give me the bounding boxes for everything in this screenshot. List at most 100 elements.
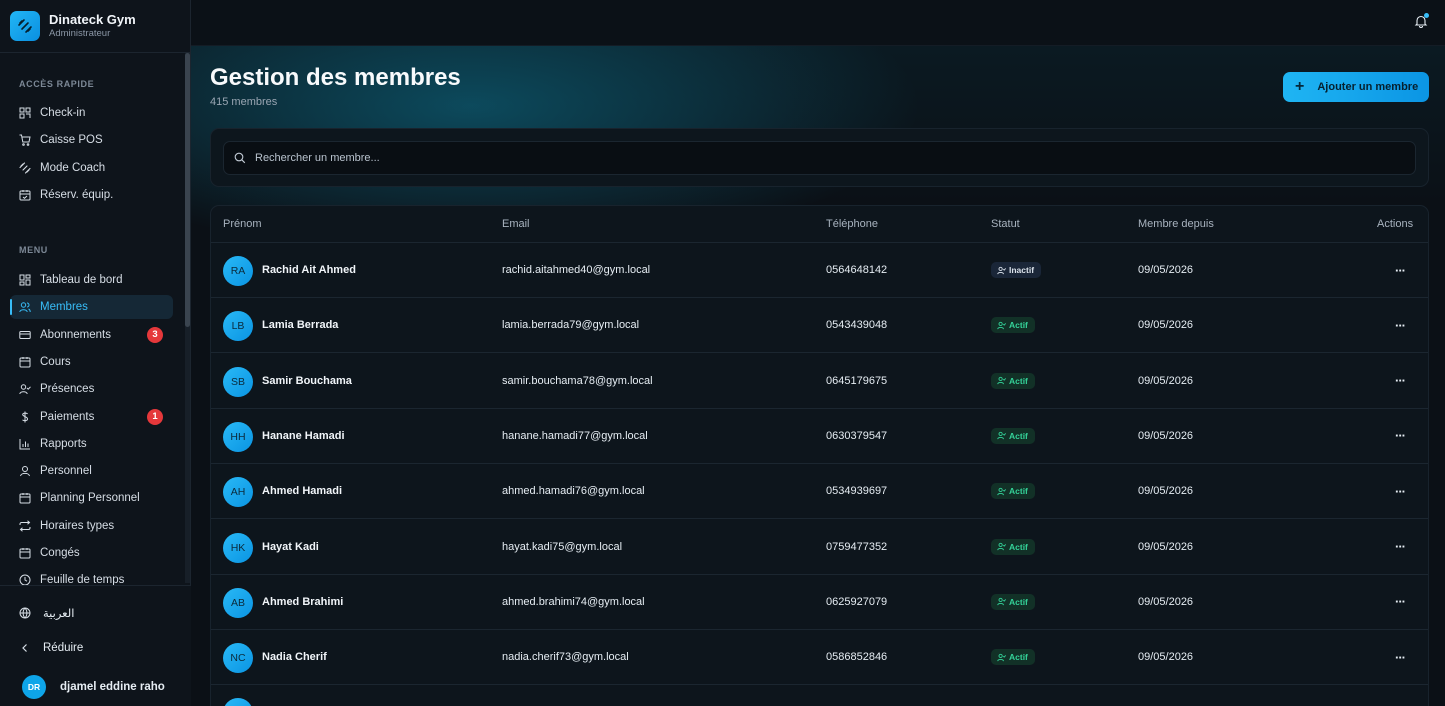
scrollbar-thumb[interactable] — [185, 53, 190, 327]
search-input[interactable] — [255, 152, 855, 164]
column-actions: Actions — [1377, 218, 1414, 230]
sidebar-item-label: Horaires types — [40, 519, 115, 532]
more-actions-icon[interactable]: ··· — [1392, 649, 1408, 665]
search-box[interactable] — [223, 141, 1416, 175]
sidebar-item-conges[interactable]: Congés — [10, 541, 173, 565]
sidebar-item-check-in[interactable]: Check-in — [10, 101, 173, 125]
sidebar-item-paiements[interactable]: Paiements 1 — [10, 405, 173, 429]
sidebar-item-label: Cours — [40, 355, 71, 368]
member-name[interactable]: Samir Bouchama — [262, 375, 352, 387]
member-count: 415 membres — [210, 96, 278, 108]
sidebar-item-rapports[interactable]: Rapports — [10, 432, 173, 456]
calendar-icon — [19, 492, 31, 504]
search-icon — [234, 152, 246, 164]
sidebar-item-label: Mode Coach — [40, 161, 106, 174]
sidebar-item-label: Réserv. équip. — [40, 188, 114, 201]
add-member-label: Ajouter un membre — [1317, 81, 1419, 93]
member-phone: 0564648142 — [826, 264, 888, 276]
user-profile[interactable]: DR djamel eddine raho — [19, 675, 165, 699]
sidebar-item-mode-coach[interactable]: Mode Coach — [10, 156, 173, 180]
member-name[interactable]: Hayat Kadi — [262, 541, 319, 553]
sidebar-item-caisse-pos[interactable]: Caisse POS — [10, 128, 173, 152]
column-first-name[interactable]: Prénom — [223, 218, 262, 230]
sidebar-item-personnel[interactable]: Personnel — [10, 459, 173, 483]
count-badge: 3 — [147, 326, 163, 343]
language-switch[interactable]: العربية — [19, 606, 74, 620]
member-email: samir.bouchama78@gym.local — [502, 374, 653, 387]
sidebar-item-cours[interactable]: Cours — [10, 350, 173, 374]
more-actions-icon[interactable]: ··· — [1392, 317, 1408, 333]
table-row[interactable]: HH Hanane Hamadi hanane.hamadi77@gym.local… — [211, 409, 1428, 464]
column-phone[interactable]: Téléphone — [826, 218, 878, 230]
column-status[interactable]: Statut — [991, 218, 1020, 230]
table-row[interactable]: AB Ahmed Brahimi ahmed.brahimi74@gym.local… — [211, 575, 1428, 630]
chevron-left-icon — [19, 642, 31, 654]
table-row[interactable]: LB Lamia Berrada lamia.berrada79@gym.local… — [211, 298, 1428, 354]
member-name[interactable]: Ahmed Hamadi — [262, 485, 342, 497]
table-row[interactable]: AH Ahmed Hamadi ahmed.hamadi76@gym.local 05… — [211, 464, 1428, 520]
table-row[interactable]: HK Hayat Kadi hayat.kadi75@gym.local 075947… — [211, 520, 1428, 575]
calendar-check-icon — [19, 189, 31, 201]
more-actions-icon[interactable]: ··· — [1392, 539, 1408, 555]
member-name[interactable]: Rachid Ait Ahmed — [262, 264, 356, 276]
status-badge: Actif — [991, 483, 1035, 500]
sidebar-item-presences[interactable]: Présences — [10, 377, 173, 401]
sidebar-item-reserv-equip[interactable]: Réserv. équip. — [10, 183, 173, 207]
table-row[interactable]: RA Rachid Ait Ahmed rachid.aitahmed40@gym.… — [211, 243, 1428, 298]
status-badge: Actif — [991, 317, 1035, 334]
more-actions-icon[interactable]: ··· — [1392, 594, 1408, 610]
member-email: rachid.aitahmed40@gym.local — [502, 264, 651, 276]
sidebar-item-abonnements[interactable]: Abonnements 3 — [10, 323, 173, 347]
user-status-icon — [997, 321, 1006, 330]
user-status-icon — [997, 266, 1006, 274]
add-member-button[interactable]: + Ajouter un membre — [1283, 72, 1429, 102]
user-role: Administrateur — [49, 28, 111, 39]
member-email: lamia.berrada79@gym.local — [502, 319, 640, 332]
more-actions-icon[interactable]: ··· — [1392, 373, 1408, 389]
member-since: 09/05/2026 — [1138, 651, 1194, 664]
member-avatar — [223, 698, 253, 706]
member-email: hanane.hamadi77@gym.local — [502, 429, 648, 442]
status-badge: Actif — [991, 538, 1035, 555]
status-label: Inactif — [1009, 265, 1035, 275]
column-member-since[interactable]: Membre depuis — [1138, 218, 1214, 230]
sidebar-item-tableau-de-bord[interactable]: Tableau de bord — [10, 268, 173, 292]
table-row-partial[interactable] — [211, 685, 1428, 706]
sidebar-item-planning-personnel[interactable]: Planning Personnel — [10, 486, 173, 510]
member-since: 09/05/2026 — [1138, 595, 1194, 608]
sidebar-item-label: Tableau de bord — [40, 274, 123, 286]
column-email[interactable]: Email — [502, 218, 530, 230]
sidebar-item-label: Paiements — [40, 410, 95, 423]
member-name[interactable]: Ahmed Brahimi — [262, 596, 343, 608]
more-actions-icon[interactable]: ··· — [1392, 483, 1408, 499]
member-avatar: HH — [223, 421, 253, 452]
member-name[interactable]: Hanane Hamadi — [262, 430, 345, 442]
sidebar-scrollbar[interactable] — [185, 53, 190, 583]
member-email: ahmed.hamadi76@gym.local — [502, 485, 645, 498]
sidebar-item-membres[interactable]: Membres — [10, 295, 173, 320]
user-icon — [19, 465, 31, 477]
quick-access-title: ACCÈS RAPIDE — [19, 79, 95, 89]
member-name[interactable]: Nadia Cherif — [262, 651, 327, 663]
dumbbell-logo-icon — [10, 11, 40, 41]
calendar-icon — [19, 356, 31, 368]
user-status-icon — [997, 487, 1006, 495]
table-row[interactable]: SB Samir Bouchama samir.bouchama78@gym.loc… — [211, 354, 1428, 409]
menu-title: MENU — [19, 245, 48, 255]
app-name: Dinateck Gym — [49, 12, 136, 27]
status-label: Actif — [1009, 652, 1028, 663]
more-actions-icon[interactable]: ··· — [1392, 262, 1408, 278]
brand[interactable]: Dinateck Gym Administrateur — [0, 0, 190, 53]
status-badge: Inactif — [991, 262, 1042, 278]
sidebar-item-horaires-types[interactable]: Horaires types — [10, 514, 173, 538]
more-actions-icon[interactable]: ··· — [1392, 428, 1408, 444]
status-label: Actif — [1009, 541, 1028, 552]
dashboard-icon — [19, 274, 31, 286]
member-name[interactable]: Lamia Berrada — [262, 319, 338, 331]
table-row[interactable]: NC Nadia Cherif nadia.cherif73@gym.local 05… — [211, 630, 1428, 686]
member-email: hayat.kadi75@gym.local — [502, 540, 623, 553]
member-avatar: AH — [223, 477, 253, 508]
member-since: 09/05/2026 — [1138, 429, 1194, 442]
search-card — [210, 128, 1429, 187]
collapse-button[interactable]: Réduire — [19, 642, 83, 654]
